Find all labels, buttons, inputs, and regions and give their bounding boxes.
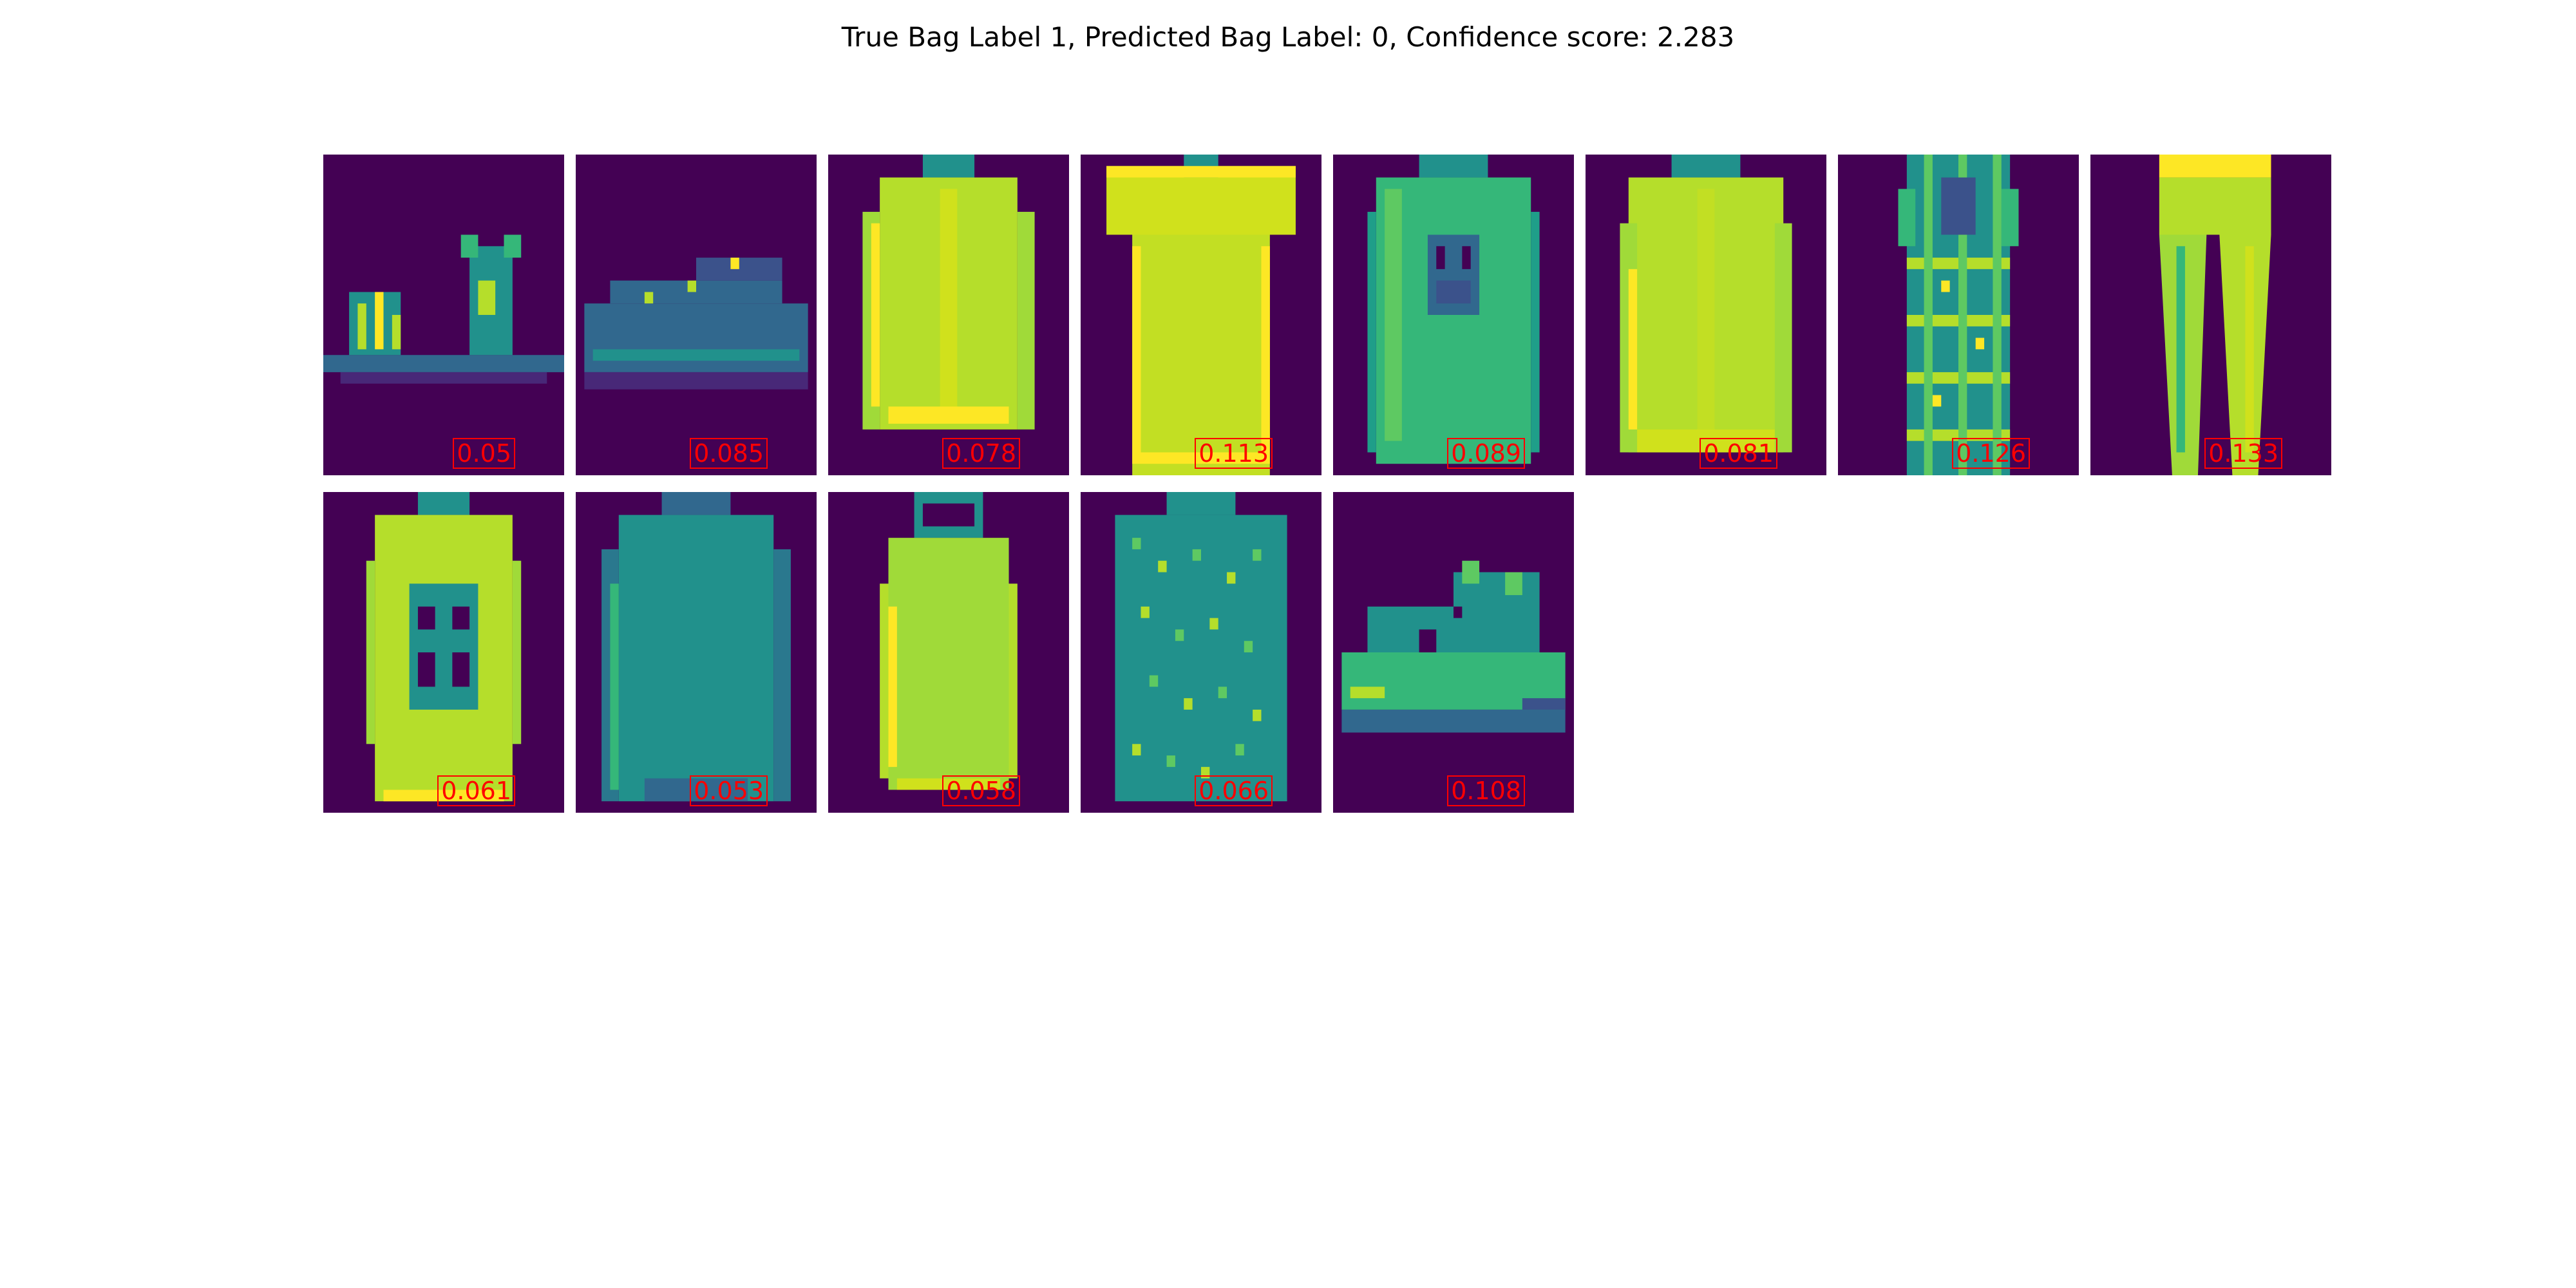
sandal-image — [323, 155, 564, 475]
instance-tile-8: 0.133 — [2090, 155, 2331, 475]
attention-score: 0.061 — [437, 775, 515, 806]
attention-score: 0.058 — [942, 775, 1020, 806]
instance-tile-13: 0.108 — [1333, 492, 1574, 813]
instance-grid: 0.05 0.085 0.078 0.113 0.089 0.081 0.126… — [0, 0, 2576, 1288]
instance-tile-11: 0.058 — [828, 492, 1069, 813]
attention-score: 0.078 — [942, 438, 1020, 469]
instance-tile-12: 0.066 — [1081, 492, 1321, 813]
sneaker-image — [1333, 492, 1574, 813]
dress-with-print-image — [323, 492, 564, 813]
attention-score: 0.089 — [1447, 438, 1525, 469]
instance-tile-4: 0.113 — [1081, 155, 1321, 475]
hooded-pullover-image — [828, 492, 1069, 813]
instance-tile-10: 0.053 — [576, 492, 817, 813]
attention-score: 0.053 — [690, 775, 768, 806]
plaid-dress-image — [1838, 155, 2079, 475]
attention-score: 0.108 — [1447, 775, 1525, 806]
instance-tile-2: 0.085 — [576, 155, 817, 475]
pullover-with-print-image — [1333, 155, 1574, 475]
trouser-image — [2090, 155, 2331, 475]
coat-image — [828, 155, 1069, 475]
attention-score: 0.113 — [1195, 438, 1273, 469]
instance-tile-1: 0.05 — [323, 155, 564, 475]
instance-tile-9: 0.061 — [323, 492, 564, 813]
sneaker-image — [576, 155, 817, 475]
shirt-image — [1586, 155, 1826, 475]
instance-tile-3: 0.078 — [828, 155, 1069, 475]
instance-tile-5: 0.089 — [1333, 155, 1574, 475]
tshirt-image — [1081, 155, 1321, 475]
attention-score: 0.05 — [453, 438, 515, 469]
attention-score: 0.133 — [2204, 438, 2282, 469]
attention-score: 0.066 — [1195, 775, 1273, 806]
attention-score: 0.126 — [1952, 438, 2030, 469]
instance-tile-7: 0.126 — [1838, 155, 2079, 475]
attention-score: 0.085 — [690, 438, 768, 469]
long-sleeve-top-image — [576, 492, 817, 813]
instance-tile-6: 0.081 — [1586, 155, 1826, 475]
patterned-top-image — [1081, 492, 1321, 813]
attention-score: 0.081 — [1700, 438, 1777, 469]
